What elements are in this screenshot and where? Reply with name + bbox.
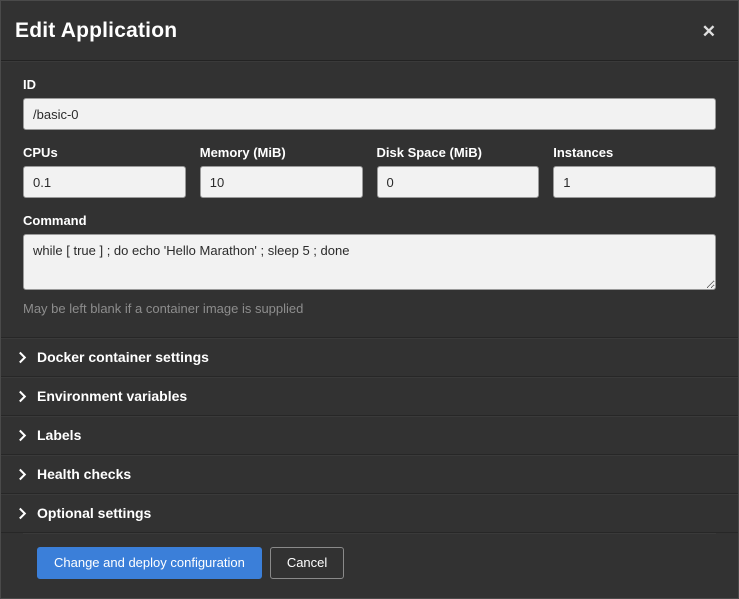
section-environment-variables[interactable]: Environment variables [1,376,738,415]
modal-footer: Change and deploy configuration Cancel [23,533,716,599]
modal-header: Edit Application ✕ [1,1,738,61]
memory-input[interactable] [200,166,363,198]
chevron-right-icon [18,390,27,403]
cpus-label: CPUs [23,145,186,160]
section-docker-container-settings[interactable]: Docker container settings [1,337,738,376]
section-label: Docker container settings [37,349,209,365]
instances-input[interactable] [553,166,716,198]
section-optional-settings[interactable]: Optional settings [1,493,738,533]
chevron-right-icon [18,429,27,442]
disk-input[interactable] [377,166,540,198]
chevron-right-icon [18,468,27,481]
edit-application-modal: Edit Application ✕ ID CPUs Memory (MiB) … [0,0,739,599]
cancel-button[interactable]: Cancel [270,547,344,579]
instances-field-group: Instances [553,145,716,198]
section-label: Labels [37,427,81,443]
memory-field-group: Memory (MiB) [200,145,363,198]
page-title: Edit Application [15,19,177,43]
resources-row: CPUs Memory (MiB) Disk Space (MiB) Insta… [23,145,716,198]
disk-label: Disk Space (MiB) [377,145,540,160]
section-label: Optional settings [37,505,151,521]
change-and-deploy-button[interactable]: Change and deploy configuration [37,547,262,579]
id-label: ID [23,77,716,92]
modal-body: ID CPUs Memory (MiB) Disk Space (MiB) In… [1,61,738,599]
cpus-input[interactable] [23,166,186,198]
command-help-text: May be left blank if a container image i… [23,301,716,316]
command-label: Command [23,213,716,228]
section-health-checks[interactable]: Health checks [1,454,738,493]
disk-field-group: Disk Space (MiB) [377,145,540,198]
memory-label: Memory (MiB) [200,145,363,160]
chevron-right-icon [18,351,27,364]
cpus-field-group: CPUs [23,145,186,198]
chevron-right-icon [18,507,27,520]
close-icon[interactable]: ✕ [696,19,722,44]
instances-label: Instances [553,145,716,160]
section-label: Health checks [37,466,131,482]
id-field-group: ID [23,77,716,130]
command-field-group: Command while [ true ] ; do echo 'Hello … [23,213,716,316]
section-labels[interactable]: Labels [1,415,738,454]
command-textarea[interactable]: while [ true ] ; do echo 'Hello Marathon… [23,234,716,290]
section-label: Environment variables [37,388,187,404]
id-input[interactable] [23,98,716,130]
collapsible-sections: Docker container settings Environment va… [1,337,738,533]
